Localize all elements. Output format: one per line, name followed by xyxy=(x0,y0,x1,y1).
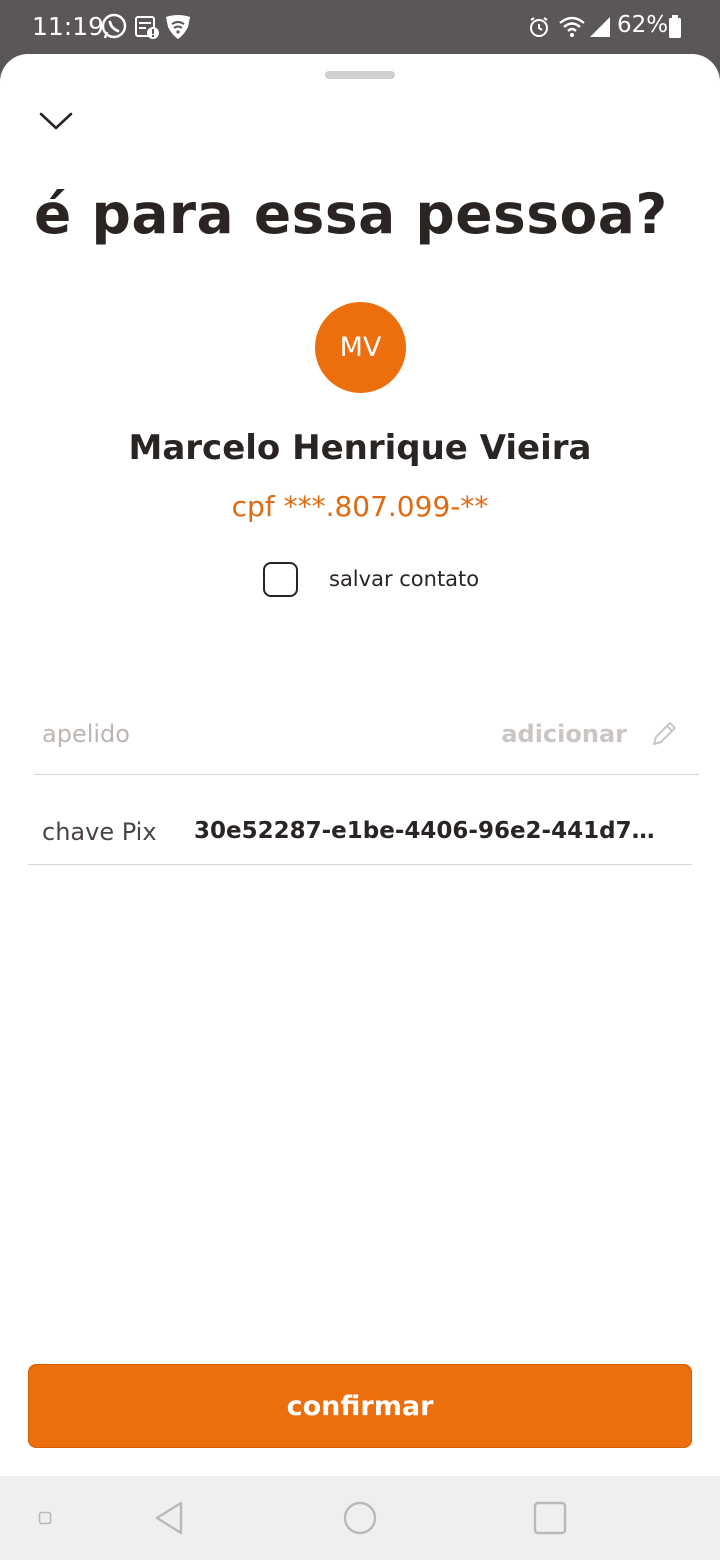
pix-key-label: chave Pix xyxy=(42,818,157,846)
nav-extra-button[interactable] xyxy=(30,1476,60,1560)
alarm-icon xyxy=(528,12,550,42)
contact-name: Marcelo Henrique Vieira xyxy=(128,428,592,468)
bottom-sheet: é para essa pessoa? MV Marcelo Henrique … xyxy=(0,54,720,1476)
pix-key-value: 30e52287-e1be-4406-96e2-441d76b... xyxy=(194,818,670,844)
avatar-initials: MV xyxy=(339,332,382,363)
signal-icon xyxy=(588,12,612,42)
notification-icon xyxy=(134,12,160,42)
save-contact-label: salvar contato xyxy=(329,567,480,591)
pencil-icon xyxy=(653,722,676,745)
confirm-button[interactable]: confirmar xyxy=(28,1364,692,1448)
confirm-button-label: confirmar xyxy=(286,1390,434,1422)
chevron-down-icon xyxy=(39,112,73,130)
add-nickname-label: adicionar xyxy=(501,720,627,748)
back-button[interactable] xyxy=(140,1476,200,1560)
nickname-label: apelido xyxy=(42,720,130,748)
sheet-drag-handle[interactable] xyxy=(325,71,395,79)
battery-icon xyxy=(668,12,682,42)
home-circle-icon xyxy=(343,1501,377,1535)
page-title: é para essa pessoa? xyxy=(34,182,668,246)
nickname-row: apelido adicionar xyxy=(34,706,699,775)
vpn-shield-icon xyxy=(164,12,192,42)
wifi-icon xyxy=(558,12,586,42)
navigation-bar xyxy=(0,1476,720,1560)
status-bar: 11:19 62% xyxy=(0,0,720,54)
save-contact-toggle[interactable]: salvar contato xyxy=(263,561,479,597)
recents-square-icon xyxy=(533,1501,567,1535)
battery-percentage: 62% xyxy=(617,12,669,38)
add-nickname-button[interactable]: adicionar xyxy=(501,714,679,754)
home-button[interactable] xyxy=(330,1476,390,1560)
back-triangle-icon xyxy=(155,1501,183,1535)
recents-button[interactable] xyxy=(520,1476,580,1560)
pix-key-row: chave Pix 30e52287-e1be-4406-96e2-441d76… xyxy=(28,775,692,865)
status-time: 11:19 xyxy=(32,12,105,41)
save-contact-checkbox[interactable] xyxy=(263,561,298,597)
avatar: MV xyxy=(315,302,406,393)
contact-cpf: cpf ***.807.099-** xyxy=(231,490,489,523)
whatsapp-icon xyxy=(100,12,128,42)
small-square-icon xyxy=(38,1511,52,1525)
collapse-button[interactable] xyxy=(36,106,76,136)
